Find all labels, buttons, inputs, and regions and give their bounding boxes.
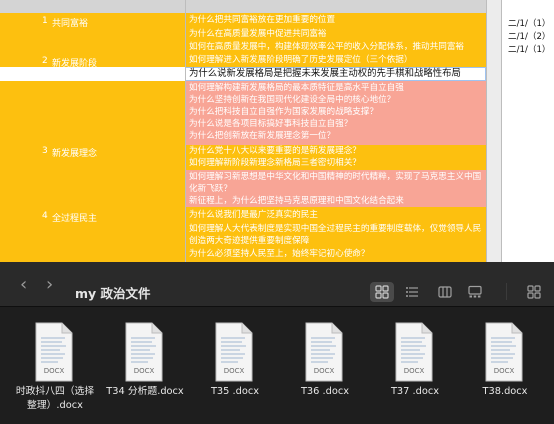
cell-text-selected[interactable]: 为什么说新发展格局是把握未来发展主动权的先手棋和战略性布局 <box>189 68 461 80</box>
cell-text[interactable]: 为什么说是各项目标搞好事科技自立自强？ <box>189 119 352 131</box>
column-view-button[interactable] <box>433 282 457 302</box>
cell-text[interactable]: 为什么在高质量发展中促进共同富裕 <box>189 29 327 41</box>
group-icon <box>527 285 541 299</box>
cell-text[interactable]: 为什么把科技自立自强作为国家发展的战略支撑？ <box>189 107 378 119</box>
list-view-button[interactable] <box>400 282 424 302</box>
group-menu-button[interactable] <box>522 282 552 302</box>
column-divider <box>185 0 186 262</box>
grid-icon <box>375 285 389 299</box>
folder-title: my 政治文件 <box>75 286 151 301</box>
cell-text[interactable]: 如何理解构建新发展格局的最本质特征是高水平自立自强 <box>189 83 404 95</box>
right-cell-text[interactable]: 二/1/（1） <box>508 17 551 29</box>
docx-file-icon: DOCX <box>485 322 523 382</box>
section-number: 2 <box>42 56 48 66</box>
docx-file-icon: DOCX <box>35 322 73 382</box>
gallery-icon <box>468 285 482 298</box>
section-number: 4 <box>42 211 48 221</box>
right-cell-text[interactable]: 二/1/（1） <box>508 43 551 55</box>
spreadsheet: 1 共同富裕 2 新发展阶段 3 新发展理念 4 全过程民主 为什么把共同富裕放… <box>0 0 554 262</box>
cell-text[interactable]: 为什么把共同富裕放在更加重要的位置 <box>189 15 335 27</box>
file-name: T37 .docx <box>390 386 440 397</box>
cell-text[interactable]: 为什么党十八大以来要重要的是新发展理念？ <box>189 146 361 158</box>
svg-text:DOCX: DOCX <box>494 367 515 375</box>
docx-file-icon: DOCX <box>215 322 253 382</box>
docx-file-icon: DOCX <box>305 322 343 382</box>
section-title[interactable]: 新发展阶段 <box>52 56 97 69</box>
docx-file-icon: DOCX <box>125 322 163 382</box>
column-divider <box>501 0 502 262</box>
cell-text[interactable]: 如何理解人大代表制度是实现中国全过程民主的重要制度载体，仅觉领导人民创造两大奇迹… <box>189 224 484 247</box>
section-title[interactable]: 共同富裕 <box>52 16 88 29</box>
cell-text[interactable]: 为什么必须坚持人民至上，始终牢记初心使命？ <box>189 249 369 261</box>
section-title[interactable]: 新发展理念 <box>52 146 97 159</box>
spreadsheet-top-row <box>0 0 486 13</box>
file-name: 时政抖八四（选择 整理）.docx <box>15 386 95 411</box>
file-name: T38.docx <box>482 386 528 397</box>
list-icon <box>406 287 418 297</box>
cell-text[interactable]: 新征程上，为什么把坚持马克思原理和中国文化结合起来 <box>189 196 404 208</box>
chevron-right-icon[interactable]: › <box>46 276 53 294</box>
docx-file-icon: DOCX <box>395 322 433 382</box>
section-number: 3 <box>42 146 48 156</box>
cell-text[interactable]: 如何在高质量发展中，构建体现效率公平的收入分配体系，推动共同富裕 <box>189 42 464 54</box>
cell-text[interactable]: 为什么把创新放在新发展理念第一位？ <box>189 131 335 143</box>
cell-text[interactable]: 如何理解新阶段新理念新格局三者密切相关？ <box>189 158 361 170</box>
icon-view-button[interactable] <box>370 282 394 302</box>
svg-text:DOCX: DOCX <box>44 367 65 375</box>
cell-text[interactable]: 为什么说我们是最广泛真实的民主 <box>189 210 318 222</box>
cell-text[interactable]: 如何理解习新思想是中华文化和中国精神的时代精粹，实现了马克思主义中国化新飞跃？ <box>189 172 484 195</box>
svg-text:DOCX: DOCX <box>224 367 245 375</box>
finder-toolbar: ‹ › my 政治文件 <box>0 262 554 307</box>
section-number: 1 <box>42 16 48 26</box>
svg-text:DOCX: DOCX <box>404 367 425 375</box>
gallery-view-button[interactable] <box>463 282 487 302</box>
file-name: T35 .docx <box>210 386 260 397</box>
cell-text[interactable]: 如何理解进入新发展阶段明确了历史发展定位（三个依据） <box>189 55 412 67</box>
section-title[interactable]: 全过程民主 <box>52 211 97 224</box>
toolbar-separator <box>506 283 507 300</box>
finder-window: ‹ › my 政治文件 DOCX 时政抖八四（选择 整理）.docx DOCX … <box>0 262 554 424</box>
svg-text:DOCX: DOCX <box>134 367 155 375</box>
columns-icon <box>438 286 452 298</box>
cell-text[interactable]: 为什么坚持创新在我国现代化建设全局中的核心地位？ <box>189 95 395 107</box>
file-name: T34 分析题.docx <box>106 386 184 397</box>
file-name: T36 .docx <box>300 386 350 397</box>
svg-text:DOCX: DOCX <box>314 367 335 375</box>
column-gap <box>486 0 501 262</box>
right-cell-text[interactable]: 二/1/（2） <box>508 30 551 42</box>
chevron-left-icon[interactable]: ‹ <box>20 276 27 294</box>
column-divider <box>486 0 487 262</box>
